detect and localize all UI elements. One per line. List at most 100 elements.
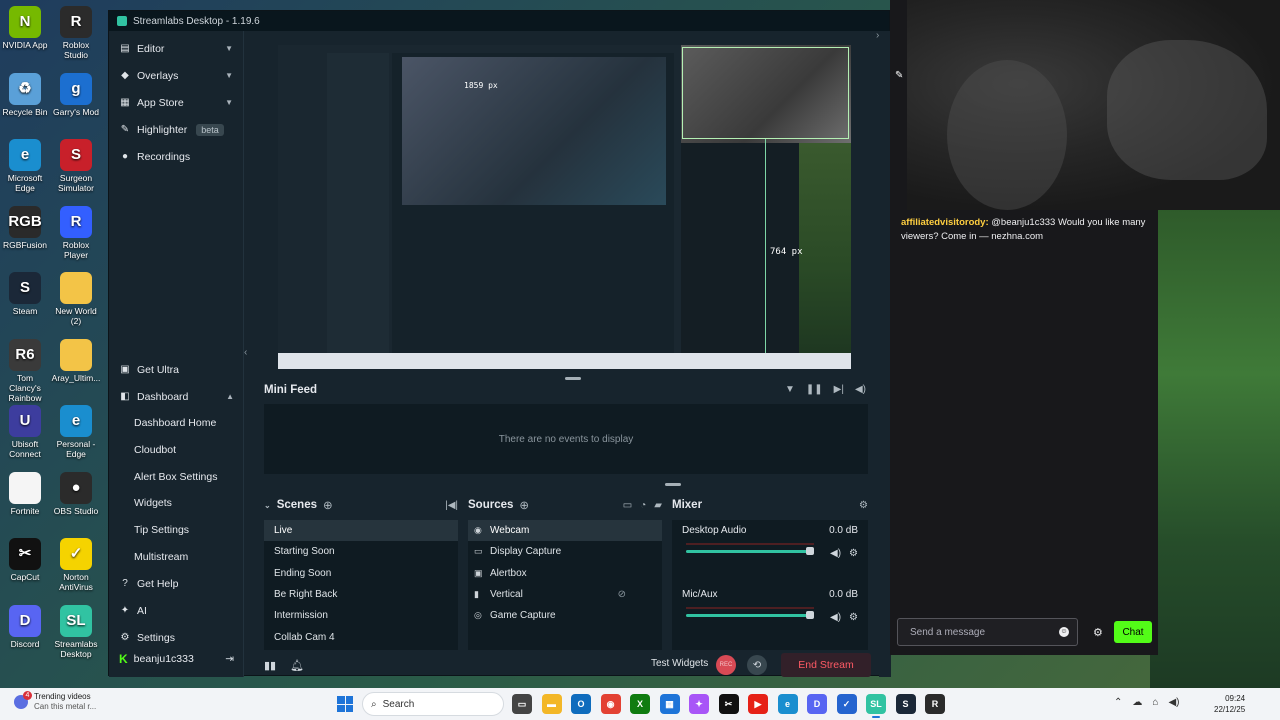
tray-chevron-icon[interactable]: ⌃ (1114, 697, 1122, 708)
add-scene-icon[interactable]: ⊕ (323, 498, 333, 512)
chat-send-button[interactable]: Chat (1114, 621, 1152, 643)
desktop-icon-capcut[interactable]: ✂ CapCut (0, 538, 50, 582)
desktop-icon-streamlabs-desktop[interactable]: SL Streamlabs Desktop (51, 604, 101, 659)
edge-icon[interactable]: e (777, 694, 798, 714)
desktop-icon-personal-edge[interactable]: e Personal - Edge (51, 405, 101, 459)
source-item[interactable]: ▮ Vertical ⊘ (468, 584, 662, 605)
desktop-icon-surgeon-simulator[interactable]: S Surgeon Simulator (51, 139, 101, 193)
desktop-icon-recycle-bin[interactable]: ♻ Recycle Bin (0, 72, 50, 117)
preview-selection-box[interactable] (682, 47, 849, 139)
sidebar-item-recordings[interactable]: ● Recordings (109, 143, 243, 170)
sidebar-item-app-store[interactable]: ▦ App Store ▼ (109, 89, 243, 116)
tray-cloud-icon[interactable]: ☁ (1132, 697, 1142, 708)
replay-buffer-button[interactable]: ⟲ (747, 655, 767, 675)
source-item[interactable]: ◎ Game Capture (468, 605, 662, 626)
taskbar-search[interactable]: ⌕ Search (362, 692, 504, 716)
sidebar-subitem-widgets[interactable]: Widgets (109, 490, 244, 517)
desktop-icon-new-world-2[interactable]: New World (2) (51, 272, 101, 326)
desktop-icon-ubisoft-connect[interactable]: U Ubisoft Connect (0, 405, 50, 459)
volume-icon[interactable]: ◀) (855, 384, 866, 395)
chrome-icon[interactable]: ◉ (600, 694, 621, 714)
desktop-icon-roblox-studio[interactable]: R Roblox Studio (51, 6, 101, 60)
notifications-icon[interactable]: 🔔︎ (290, 659, 304, 672)
tray-volume-icon[interactable]: ◀) (1168, 697, 1179, 708)
chevron-down-icon[interactable]: ▼ (225, 71, 233, 80)
news-widget[interactable]: 4 Trending videos Can this metal r... (14, 691, 96, 712)
end-stream-button[interactable]: End Stream (781, 653, 871, 677)
scene-item[interactable]: Be Right Back (264, 584, 458, 605)
folder-icon[interactable]: ▰ (654, 500, 662, 511)
xbox-icon[interactable]: X (630, 694, 650, 714)
logout-icon[interactable]: ⇥ (225, 653, 234, 665)
scene-item[interactable]: Collab Cam 4 (264, 626, 458, 647)
scene-item[interactable]: Ending Soon (264, 563, 458, 584)
desktop-icon-microsoft-edge[interactable]: e Microsoft Edge (0, 139, 50, 193)
source-item[interactable]: ▣ Alertbox (468, 563, 662, 584)
desktop-icon-steam[interactable]: S Steam (0, 272, 50, 316)
chevron-down-icon[interactable]: ▼ (225, 98, 233, 107)
volume-slider[interactable] (686, 550, 810, 553)
add-source-icon[interactable]: ⊕ (519, 498, 529, 512)
chat-settings-icon[interactable]: ⚙ (1093, 626, 1103, 639)
mute-icon[interactable]: ◀) (830, 548, 841, 559)
channel-settings-icon[interactable]: ⚙ (849, 612, 858, 623)
tray-network-icon[interactable]: ⌂ (1152, 697, 1158, 708)
sidebar-subitem-cloudbot[interactable]: Cloudbot (109, 437, 244, 464)
desktop-icon-fortnite[interactable]: Fortnite (0, 471, 50, 516)
volume-slider-knob[interactable] (806, 547, 814, 555)
mixer-settings-icon[interactable]: ⚙ (859, 500, 868, 511)
desktop-icon-discord[interactable]: D Discord (0, 604, 50, 649)
channel-settings-icon[interactable]: ⚙ (849, 548, 858, 559)
account-row[interactable]: K beanju1c333 ⇥ (109, 649, 244, 669)
clock[interactable]: 09:24 22/12/25 (1214, 693, 1245, 715)
hidden-eye-icon[interactable]: ⊘ (618, 589, 626, 600)
todo-icon[interactable]: ✓ (836, 694, 857, 714)
source-item[interactable]: ▭ Display Capture (468, 541, 662, 562)
start-button-icon[interactable] (337, 696, 353, 712)
desktop-icon-aray-ultim[interactable]: Aray_Ultim... (51, 338, 101, 383)
sidebar-item-editor[interactable]: ▤ Editor ▼ (109, 35, 243, 62)
source-item[interactable]: ◉ Webcam (468, 520, 662, 542)
test-widgets-button[interactable]: Test Widgets (651, 658, 708, 669)
scene-item[interactable]: Live (264, 520, 458, 542)
chevron-up-icon[interactable]: ▲ (226, 392, 234, 401)
stats-icon[interactable]: ▮▮ (264, 659, 276, 672)
pause-icon[interactable]: ❚❚ (806, 384, 823, 395)
chevron-down-icon[interactable]: ▼ (225, 44, 233, 53)
file-explorer-icon[interactable]: ▬ (541, 694, 562, 714)
sidebar-item-get-ultra[interactable]: ▣ Get Ultra (109, 356, 244, 383)
store-icon[interactable]: ▦ (659, 694, 680, 714)
collapse-right-icon[interactable]: › (876, 30, 879, 41)
sidebar-subitem-dashboard-home[interactable]: Dashboard Home (109, 410, 244, 437)
streamlabs-icon[interactable]: SL (866, 694, 886, 718)
sidebar-subitem-alert-box-settings[interactable]: Alert Box Settings (109, 463, 244, 490)
skip-icon[interactable]: ▶| (834, 384, 844, 395)
source-group-icon[interactable]: ▭ (623, 500, 632, 511)
desktop-icon-garry-s-mod[interactable]: g Garry's Mod (51, 72, 101, 117)
sidebar-item-get-help[interactable]: ? Get Help (109, 570, 244, 597)
desktop-icon-rgbfusion[interactable]: RGB RGBFusion (0, 205, 50, 250)
copilot-icon[interactable]: ✦ (689, 694, 709, 714)
sidebar-item-overlays[interactable]: ◆ Overlays ▼ (109, 62, 243, 89)
desktop-icon-obs-studio[interactable]: ● OBS Studio (51, 471, 101, 516)
source-visibility-icon[interactable]: ◔ (640, 500, 646, 511)
drag-handle[interactable] (565, 377, 581, 380)
youtube-icon[interactable]: ▶ (748, 694, 768, 714)
scene-transition-icon[interactable]: |◀| (445, 500, 458, 511)
desktop-icon-nvidia-app[interactable]: N NVIDIA App (0, 6, 50, 50)
drag-handle[interactable] (665, 483, 681, 486)
discord-icon[interactable]: D (807, 694, 827, 714)
desktop-icon-tom-clancy-s-rainbow-si[interactable]: R6Tom Clancy's Rainbow Si... (0, 338, 50, 413)
sidebar-item-dashboard[interactable]: ◧ Dashboard ▲ (109, 383, 244, 410)
roblox-icon[interactable]: R (925, 694, 945, 714)
sidebar-subitem-tip-settings[interactable]: Tip Settings (109, 517, 244, 544)
stream-preview[interactable]: 764 px 1859 px (278, 45, 851, 369)
task-view-icon[interactable]: ▭ (512, 694, 532, 714)
desktop-icon-norton-antivirus[interactable]: ✓ Norton AntiVirus (51, 538, 101, 592)
steam-icon[interactable]: S (895, 694, 916, 714)
chevron-down-icon[interactable]: ⌄ (264, 501, 271, 510)
emoji-icon[interactable]: ☺ (1059, 627, 1069, 637)
outlook-icon[interactable]: O (571, 694, 591, 714)
volume-slider-knob[interactable] (806, 611, 814, 619)
chat-message-user[interactable]: affiliatedvisitorody: (901, 217, 989, 228)
